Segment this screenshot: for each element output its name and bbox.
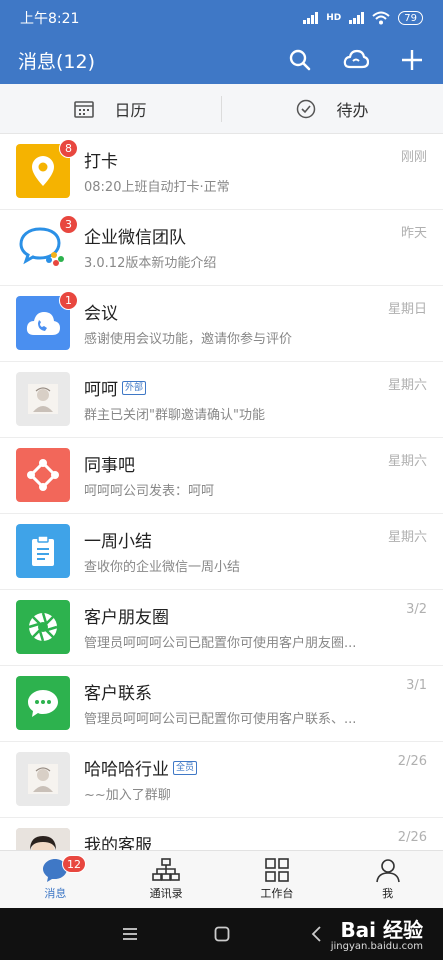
tab-label: 工作台 [260, 887, 294, 900]
battery-indicator: 79 [398, 11, 423, 25]
menu-button[interactable] [120, 924, 140, 944]
search-icon [289, 49, 311, 71]
unread-badge: 3 [59, 215, 78, 234]
aperture-icon [16, 600, 70, 654]
wifi-icon [372, 11, 390, 25]
org-chart-icon [152, 858, 180, 881]
conversation-name: 呵呵 外部 [84, 375, 147, 400]
home-button[interactable] [212, 924, 232, 944]
todo-label: 待办 [336, 100, 369, 120]
title-bar: 消息(12) [0, 36, 443, 84]
all-members-tag: 全员 [173, 760, 198, 775]
home-square-icon [214, 926, 230, 942]
add-button[interactable] [399, 47, 425, 73]
status-time: 上午8:21 [20, 11, 80, 27]
tab-messages[interactable]: 12 消息 [0, 851, 111, 908]
unread-badge: 1 [59, 291, 78, 310]
sub-navigation: 日历 待办 [0, 84, 443, 134]
conversation-name: 企业微信团队 [84, 228, 186, 248]
conversation-name: 打卡 [84, 152, 118, 172]
tab-label: 通讯录 [149, 887, 183, 900]
list-item-meeting[interactable]: 1 会议 感谢使用会议功能，邀请你参与评价 星期日 [0, 286, 443, 362]
calendar-icon [74, 100, 95, 118]
message-list: 8 打卡 08:20上班自动打卡·正常 刚刚 3 企业微信团队 3.0.12版本… [0, 134, 443, 850]
list-item-customer-moments[interactable]: 客户朋友圈 管理员呵呵呵公司已配置你可使用客户朋友圈... 3/2 [0, 590, 443, 666]
conversation-name: 客户朋友圈 [84, 608, 169, 628]
conversation-time: 2/26 [397, 754, 427, 769]
messages-unread-badge: 12 [62, 855, 86, 873]
conversation-time: 2/26 [397, 830, 427, 845]
search-button[interactable] [287, 47, 313, 73]
back-button[interactable] [306, 924, 326, 944]
list-item-daka[interactable]: 8 打卡 08:20上班自动打卡·正常 刚刚 [0, 134, 443, 210]
conversation-preview: 管理员呵呵呵公司已配置你可使用客户朋友圈... [84, 636, 357, 651]
network-icon [16, 448, 70, 502]
conversation-time: 刚刚 [400, 150, 427, 165]
plus-icon [402, 50, 422, 70]
title-actions [287, 47, 425, 73]
todo-entry[interactable]: 待办 [222, 97, 443, 121]
conversation-name: 同事吧 [84, 456, 135, 476]
conversation-preview: 08:20上班自动打卡·正常 [84, 180, 230, 195]
tab-label: 消息 [44, 887, 67, 900]
bottom-tab-bar: 12 消息 通讯录 工作台 我 [0, 850, 443, 908]
conversation-name: 一周小结 [84, 532, 152, 552]
conversation-time: 星期六 [387, 378, 427, 393]
conversation-preview: 管理员呵呵呵公司已配置你可使用客户联系、... [84, 712, 357, 727]
conversation-time: 星期日 [387, 302, 427, 317]
cell-signal-icon [303, 12, 319, 24]
unread-badge: 8 [59, 139, 78, 158]
watermark: Bai 经验 jingyan.baidu.com [331, 914, 423, 952]
calendar-label: 日历 [114, 100, 147, 120]
chat-bubble-icon [16, 676, 70, 730]
conversation-preview: 查收你的企业微信一周小结 [84, 560, 241, 575]
list-item-weekly-summary[interactable]: 一周小结 查收你的企业微信一周小结 星期六 [0, 514, 443, 590]
list-item-customer-contact[interactable]: 客户联系 管理员呵呵呵公司已配置你可使用客户联系、... 3/1 [0, 666, 443, 742]
list-item-my-customer-service[interactable]: 我的客服 2/26 [0, 818, 443, 850]
check-circle-icon [297, 99, 316, 118]
cell-signal-2-icon [349, 12, 365, 24]
conversation-name: 客户联系 [84, 684, 152, 704]
list-item-hahaha-industry[interactable]: 哈哈哈行业 全员 ~~加入了群聊 2/26 [0, 742, 443, 818]
conversation-preview: 3.0.12版本新功能介绍 [84, 256, 217, 271]
person-photo-icon [16, 828, 70, 850]
conversation-name: 哈哈哈行业 全员 [84, 755, 198, 780]
conversation-preview: 呵呵呵公司发表：呵呵 [84, 484, 215, 499]
conversation-preview: 群主已关闭"群聊邀请确认"功能 [84, 408, 265, 423]
tab-contacts[interactable]: 通讯录 [111, 851, 222, 908]
grid-icon [265, 858, 289, 882]
page-title: 消息(12) [18, 50, 96, 73]
external-tag: 外部 [122, 380, 147, 395]
clipboard-icon [16, 524, 70, 578]
list-item-hehe[interactable]: 呵呵 外部 群主已关闭"群聊邀请确认"功能 星期六 [0, 362, 443, 438]
conversation-name: 会议 [84, 304, 118, 324]
person-icon [375, 859, 400, 883]
tab-label: 我 [382, 887, 394, 900]
conversation-time: 3/1 [406, 678, 427, 693]
hd-icon: HD [326, 13, 342, 23]
group-avatar-icon [16, 372, 70, 426]
conversation-time: 3/2 [406, 602, 427, 617]
conversation-time: 星期六 [387, 454, 427, 469]
system-navigation-bar: Bai 经验 jingyan.baidu.com [0, 908, 443, 960]
calendar-entry[interactable]: 日历 [0, 97, 221, 121]
list-item-wecom-team[interactable]: 3 企业微信团队 3.0.12版本新功能介绍 昨天 [0, 210, 443, 286]
conversation-name: 我的客服 [84, 836, 152, 850]
watermark-url: jingyan.baidu.com [330, 941, 423, 952]
tab-workbench[interactable]: 工作台 [222, 851, 333, 908]
cloud-button[interactable] [343, 47, 369, 73]
back-chevron-icon [311, 926, 321, 942]
list-item-colleagues[interactable]: 同事吧 呵呵呵公司发表：呵呵 星期六 [0, 438, 443, 514]
tab-me[interactable]: 我 [332, 851, 443, 908]
group-avatar-icon [16, 752, 70, 806]
watermark-logo: Bai 经验 [340, 918, 423, 942]
status-icons: HD 79 [303, 11, 423, 25]
conversation-time: 昨天 [400, 226, 427, 241]
menu-icon [123, 928, 137, 940]
cloud-icon [343, 49, 369, 69]
conversation-preview: 感谢使用会议功能，邀请你参与评价 [84, 332, 293, 347]
conversation-preview: ~~加入了群聊 [84, 788, 171, 803]
status-bar: 上午8:21 HD 79 [0, 0, 443, 36]
conversation-time: 星期六 [387, 530, 427, 545]
